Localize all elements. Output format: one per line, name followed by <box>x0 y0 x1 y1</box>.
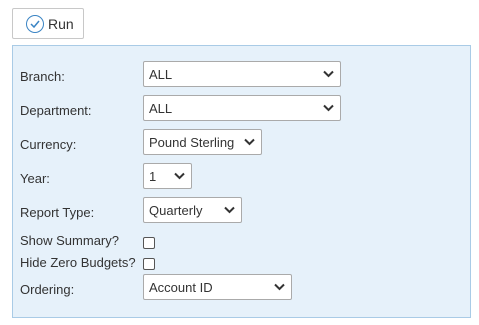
report-type-select[interactable]: Quarterly <box>143 197 242 223</box>
ordering-select-value: Account ID <box>149 279 213 295</box>
currency-select-value: Pound Sterling <box>149 134 235 150</box>
show-summary-label: Show Summary? <box>20 233 119 248</box>
year-select[interactable]: 1 <box>143 163 192 189</box>
branch-select[interactable]: ALL <box>143 61 341 87</box>
year-select-value: 1 <box>149 168 157 184</box>
chevron-down-icon <box>323 104 334 112</box>
hide-zero-budgets-checkbox[interactable] <box>143 258 155 270</box>
show-summary-checkbox[interactable] <box>143 237 155 249</box>
currency-label: Currency: <box>20 137 77 152</box>
department-label: Department: <box>20 103 92 118</box>
department-select[interactable]: ALL <box>143 95 341 121</box>
run-label: Run <box>48 15 74 32</box>
run-button[interactable]: Run <box>12 8 84 39</box>
check-circle-icon <box>26 14 44 33</box>
chevron-down-icon <box>323 70 334 78</box>
branch-label: Branch: <box>20 69 65 84</box>
chevron-down-icon <box>224 206 235 214</box>
currency-select[interactable]: Pound Sterling <box>143 129 262 155</box>
department-select-value: ALL <box>149 100 173 116</box>
branch-select-value: ALL <box>149 66 173 82</box>
year-label: Year: <box>20 171 50 186</box>
report-type-label: Report Type: <box>20 205 95 220</box>
chevron-down-icon <box>244 138 255 146</box>
report-type-select-value: Quarterly <box>149 202 203 218</box>
chevron-down-icon <box>274 283 285 291</box>
chevron-down-icon <box>174 172 185 180</box>
hide-zero-budgets-label: Hide Zero Budgets? <box>20 255 136 270</box>
ordering-label: Ordering: <box>20 282 75 297</box>
ordering-select[interactable]: Account ID <box>143 274 292 300</box>
